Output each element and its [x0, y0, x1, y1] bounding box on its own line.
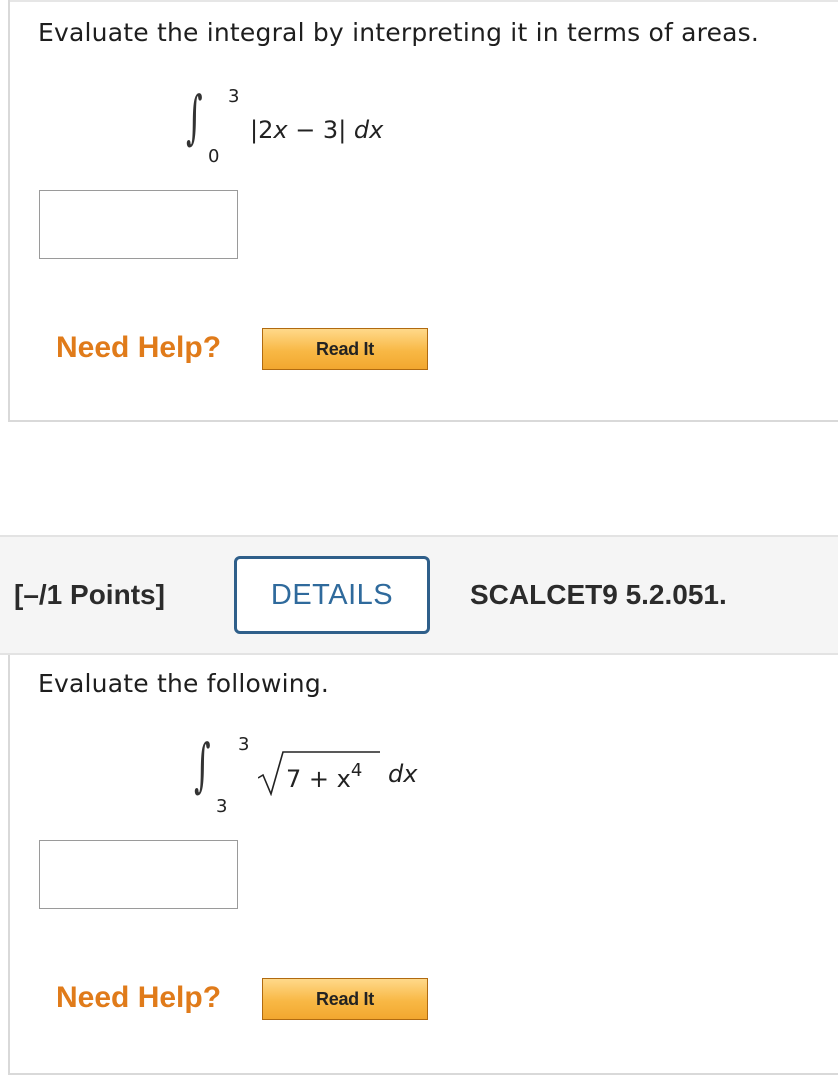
- integral-sign: ∫: [186, 83, 203, 151]
- lower-limit: 3: [216, 796, 228, 817]
- read-it-button-2[interactable]: Read It: [262, 978, 428, 1020]
- answer-input-2[interactable]: [39, 840, 238, 909]
- lower-limit: 0: [208, 146, 220, 167]
- radicand: 7 + x4: [286, 760, 363, 793]
- upper-limit: 3: [228, 86, 240, 107]
- differential: dx: [388, 760, 418, 788]
- need-help-label-2: Need Help?: [56, 981, 222, 1014]
- upper-limit: 3: [238, 734, 250, 755]
- need-help-label-1: Need Help?: [56, 331, 222, 364]
- question-1-prompt: Evaluate the integral by interpreting it…: [38, 18, 760, 47]
- question-reference: SCALCET9 5.2.051.: [470, 579, 727, 610]
- details-button[interactable]: DETAILS: [234, 556, 430, 634]
- read-it-button-1[interactable]: Read It: [262, 328, 428, 370]
- question-2-prompt: Evaluate the following.: [38, 669, 330, 698]
- integrand: |2x − 3| dx: [250, 116, 384, 144]
- integral-sign: ∫: [194, 731, 211, 799]
- answer-input-1[interactable]: [39, 190, 238, 259]
- points-label: [–/1 Points]: [14, 579, 165, 610]
